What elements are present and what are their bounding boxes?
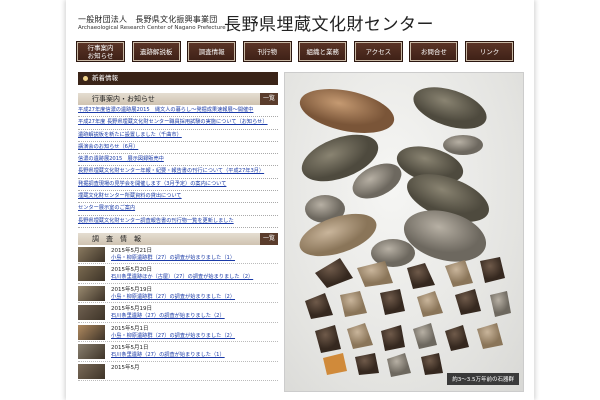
stone-tool	[445, 325, 469, 351]
stone-tool	[417, 291, 443, 317]
report-title-link[interactable]: 小島・柳原遺跡群（27）の調査が始まりました（2）	[111, 293, 235, 300]
site-header: 一般財団法人 長野県文化振興事業団 Archaeological Researc…	[66, 0, 534, 40]
left-column: 新着情報 行事案内・お知らせ 一覧 平成27年度信濃の遺跡展2015 縄文人の暮…	[78, 72, 278, 382]
reports-list: 2015年5月21日 小島・柳原遺跡群（27）の調査が始まりました（1） 2015年…	[78, 245, 278, 382]
events-list: 平成27年度信濃の遺跡展2015 縄文人の暮らし〜発掘成果速報展〜開催中 平成27…	[78, 105, 278, 228]
report-thumbnail[interactable]	[78, 266, 105, 282]
stone-tool	[490, 291, 511, 317]
news-item-link[interactable]: 発掘調査現場の見学会を開催します（3月予定）の案内について	[78, 179, 278, 192]
news-item-link[interactable]: 信濃の遺跡展2015 展示図録販売中	[78, 154, 278, 167]
news-item-link[interactable]: センター展示室のご案内	[78, 203, 278, 216]
report-date: 2015年5月	[111, 364, 140, 371]
news-item-link[interactable]: 埋蔵文化財センター所蔵資料の貸出について	[78, 191, 278, 204]
stone-tool	[315, 325, 341, 353]
site-logo-title[interactable]: 長野県埋蔵文化財センター	[224, 10, 434, 35]
stone-tool	[477, 323, 503, 349]
reports-more-button[interactable]: 一覧	[260, 232, 278, 245]
stone-tools-photo	[299, 87, 511, 377]
nav-button[interactable]: 調査情報	[187, 41, 237, 62]
stone-tool	[355, 353, 379, 375]
stone-tool	[413, 87, 487, 129]
stone-tool	[443, 135, 483, 155]
stone-tool	[413, 323, 437, 349]
stone-tool	[455, 289, 481, 315]
report-row: 2015年5月21日 小島・柳原遺跡群（27）の調査が始まりました（1）	[78, 245, 278, 265]
news-item-link[interactable]: 平成27年度 長野県埋蔵文化財センター職員採用試験の実施について（お知らせ）	[78, 117, 278, 130]
report-thumbnail[interactable]	[78, 324, 105, 340]
main-nav: 行事案内 お知らせ 遺跡解説板 調査情報 刊行物 組織と業務 アクセス お問合せ リンク	[76, 41, 514, 62]
report-thumbnail[interactable]	[78, 285, 105, 301]
report-row: 2015年5月1日 石川条里遺跡（27）の調査が始まりました（1）	[78, 342, 278, 362]
stone-tool	[407, 263, 435, 289]
stone-tool	[340, 291, 367, 317]
nav-button[interactable]: 行事案内 お知らせ	[76, 41, 125, 62]
org-subtitle: 一般財団法人 長野県文化振興事業団	[78, 15, 218, 24]
report-thumbnail[interactable]	[78, 344, 105, 360]
events-heading: 行事案内・お知らせ 一覧	[78, 93, 278, 105]
stone-tool	[380, 289, 405, 315]
stone-tool	[387, 353, 411, 377]
report-thumbnail[interactable]	[78, 246, 105, 262]
stone-tool	[305, 293, 333, 319]
nav-button[interactable]: 刊行物	[242, 41, 292, 62]
report-date: 2015年5月1日	[111, 345, 149, 352]
nav-button[interactable]: アクセス	[353, 41, 403, 62]
reports-heading-label: 調 査 情 報	[92, 234, 141, 243]
hero-caption: 約3〜3.5万年前の石器群	[447, 373, 519, 385]
report-date: 2015年5月19日	[111, 306, 152, 313]
report-row: 2015年5月19日 石川条里遺跡（27）の調査が始まりました（2）	[78, 303, 278, 323]
nav-button[interactable]: 遺跡解説板	[131, 41, 181, 62]
events-heading-label: 行事案内・お知らせ	[92, 95, 155, 103]
nav-button[interactable]: お問合せ	[409, 41, 459, 62]
report-thumbnail[interactable]	[78, 305, 105, 321]
report-thumbnail[interactable]	[78, 363, 105, 379]
report-title-link[interactable]: 小島・柳原遺跡群（27）の調査が始まりました（1）	[111, 254, 235, 261]
page: 一般財団法人 長野県文化振興事業団 Archaeological Researc…	[66, 0, 534, 400]
news-item-link[interactable]: 長野県埋蔵文化財センター調査報告書の刊行物一覧を更新しました	[78, 216, 278, 228]
report-date: 2015年5月19日	[111, 286, 152, 293]
stone-tool	[347, 323, 373, 349]
nav-button[interactable]: リンク	[464, 41, 514, 62]
stone-tool	[480, 257, 505, 283]
stone-tool	[445, 260, 473, 287]
stone-tool	[421, 353, 443, 375]
stone-tool	[323, 353, 347, 375]
report-date: 2015年5月1日	[111, 325, 149, 332]
stone-tool	[381, 325, 405, 351]
report-row: 2015年5月1日 小島・柳原遺跡群（27）の調査が始まりました（2）	[78, 323, 278, 343]
reports-heading: 調 査 情 報 一覧	[78, 232, 278, 245]
report-date: 2015年5月20日	[111, 267, 152, 274]
stone-tool	[315, 258, 353, 288]
news-item-link[interactable]: 長野県埋蔵文化財センター年報・紀要・報告書の刊行について（平成27年3月）	[78, 166, 278, 179]
stone-tool	[299, 89, 395, 133]
stone-tool	[371, 239, 415, 267]
report-title-link[interactable]: 石川条里遺跡ほか（古屋）（27）の調査が始まりました（2）	[111, 273, 253, 280]
new-info-bar: 新着情報	[78, 72, 278, 85]
report-date: 2015年5月21日	[111, 247, 152, 254]
news-item-link[interactable]: 遺跡解説板を新たに設置しました（千曲市）	[78, 130, 278, 142]
org-english-name: Archaeological Research Center of Nagano…	[78, 25, 226, 31]
report-title-link[interactable]: 石川条里遺跡（27）の調査が始まりました（1）	[111, 351, 225, 358]
report-title-link[interactable]: 小島・柳原遺跡群（27）の調査が始まりました（2）	[111, 332, 235, 339]
events-more-button[interactable]: 一覧	[260, 93, 278, 105]
hero-image: 約3〜3.5万年前の石器群	[284, 72, 524, 392]
report-title-link[interactable]: 石川条里遺跡（27）の調査が始まりました（2）	[111, 312, 225, 319]
report-row: 2015年5月	[78, 362, 278, 382]
report-row: 2015年5月20日 石川条里遺跡ほか（古屋）（27）の調査が始まりました（2）	[78, 264, 278, 284]
nav-button[interactable]: 組織と業務	[298, 41, 348, 62]
news-item-link[interactable]: 平成27年度信濃の遺跡展2015 縄文人の暮らし〜発掘成果速報展〜開催中	[78, 105, 278, 118]
news-item-link[interactable]: 講演会のお知らせ（6月）	[78, 142, 278, 155]
report-row: 2015年5月19日 小島・柳原遺跡群（27）の調査が始まりました（2）	[78, 284, 278, 304]
